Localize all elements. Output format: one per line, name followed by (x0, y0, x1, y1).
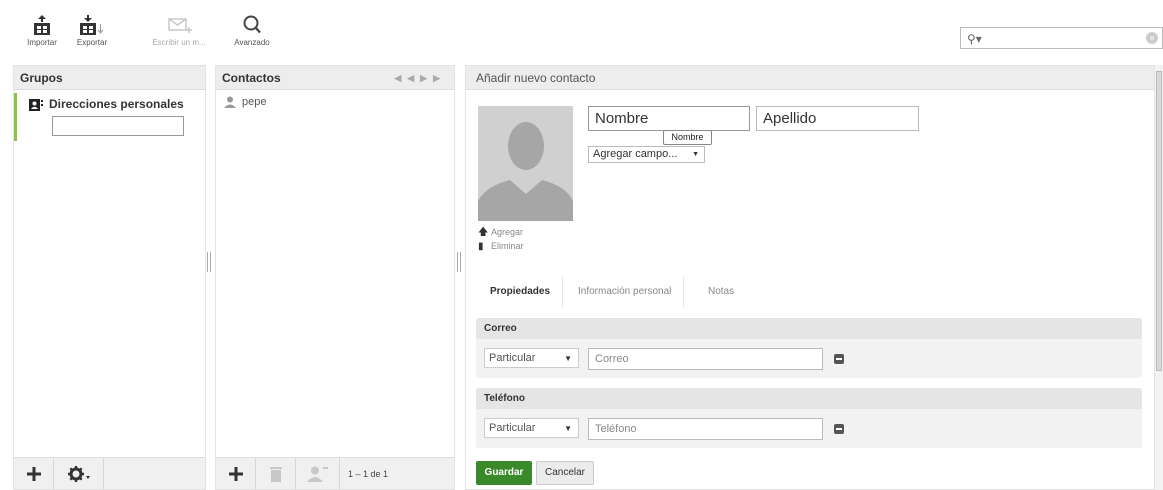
group-label: Direcciones personales (49, 97, 184, 111)
group-item-personal-addresses[interactable]: Direcciones personales (14, 93, 205, 117)
email-section-title: Correo (476, 318, 1142, 339)
export-button[interactable]: Exportar (69, 14, 115, 58)
trash-icon: ▮ (478, 241, 484, 252)
person-icon (224, 96, 236, 109)
contact-list-item[interactable]: pepe (224, 94, 266, 110)
contact-photo (478, 106, 573, 221)
remove-from-group-button[interactable] (296, 458, 340, 490)
quick-search[interactable]: ⚲▾ × (960, 27, 1163, 49)
contact-editor: Añadir nuevo contacto 🡅 Agregar ▮ Eliminar… (465, 65, 1155, 490)
email-section: Correo Particular ▼ Correo (476, 318, 1142, 378)
phone-type-value: Particular (489, 422, 536, 434)
scrollbar-thumb[interactable] (1156, 71, 1162, 371)
cancel-button[interactable]: Cancelar (536, 461, 594, 485)
contacts-title: Contactos (222, 71, 281, 85)
delete-contact-button[interactable] (256, 458, 296, 490)
email-input[interactable]: Correo (588, 348, 823, 370)
advanced-search-button[interactable]: Avanzado (222, 14, 282, 58)
chevron-down-icon: ▼ (692, 151, 699, 158)
editor-scrollbar[interactable] (1155, 65, 1163, 490)
tab-personal-info[interactable]: Información personal (566, 276, 685, 308)
contacts-panel: Contactos ◀◀▶▶ pepe 1 – 1 de 1 (215, 65, 455, 490)
compose-email-button[interactable]: Escribir un m... (144, 14, 214, 58)
export-icon (80, 15, 104, 35)
chevron-down-icon: ▼ (564, 354, 572, 363)
chevron-down-icon: ▼ (564, 424, 572, 433)
advanced-search-label: Avanzado (234, 38, 270, 47)
gear-icon (67, 466, 90, 482)
address-book-icon (29, 98, 43, 111)
phone-input[interactable]: Teléfono (588, 418, 823, 440)
search-options-icon[interactable]: ⚲▾ (967, 32, 982, 46)
photo-delete-label: Eliminar (491, 241, 524, 251)
last-name-input[interactable]: Apellido (756, 106, 919, 131)
groups-header: Grupos (14, 66, 205, 90)
email-type-select[interactable]: Particular ▼ (484, 348, 579, 368)
compose-email-label: Escribir un m... (152, 38, 206, 47)
add-field-select[interactable]: Agregar campo... ▼ (588, 146, 705, 163)
phone-section: Teléfono Particular ▼ Teléfono (476, 388, 1142, 448)
photo-add-action[interactable]: 🡅 Agregar (478, 225, 523, 242)
export-label: Exportar (76, 38, 108, 47)
search-input[interactable] (985, 30, 1145, 46)
last-page-icon[interactable]: ▶ (433, 73, 446, 83)
group-options-button[interactable] (54, 458, 104, 490)
next-page-icon[interactable]: ▶ (420, 73, 433, 83)
tab-notes[interactable]: Notas (696, 276, 746, 308)
clear-search-icon[interactable]: × (1146, 32, 1158, 44)
trash-icon (269, 467, 282, 482)
photo-delete-action[interactable]: ▮ Eliminar (478, 241, 524, 252)
contacts-splitter[interactable] (457, 252, 461, 272)
plus-icon (228, 467, 243, 481)
plus-icon (26, 467, 41, 481)
contacts-header: Contactos ◀◀▶▶ (216, 66, 454, 90)
new-group-input[interactable] (52, 116, 184, 136)
contacts-footer: 1 – 1 de 1 (216, 457, 454, 490)
first-name-input[interactable]: Nombre (588, 106, 750, 131)
first-name-tooltip: Nombre (663, 130, 712, 145)
add-contact-button[interactable] (216, 458, 256, 490)
tab-properties[interactable]: Propiedades (478, 276, 564, 308)
import-button[interactable]: Importar (12, 14, 72, 58)
remove-person-icon (306, 466, 328, 482)
contact-name: pepe (242, 96, 267, 108)
groups-splitter[interactable] (207, 252, 211, 272)
groups-panel: Grupos Direcciones personales (13, 65, 206, 490)
toolbar: Importar Exportar Escribir un m... Avanz… (0, 0, 1163, 62)
pager-arrows: ◀◀▶▶ (394, 66, 446, 90)
groups-footer (14, 457, 205, 490)
photo-add-label: Agregar (491, 227, 524, 237)
save-button[interactable]: Guardar (476, 461, 532, 485)
envelope-icon (168, 18, 192, 33)
magnifier-icon (243, 15, 261, 34)
page-count: 1 – 1 de 1 (348, 469, 389, 479)
prev-page-icon[interactable]: ◀ (407, 73, 420, 83)
first-page-icon[interactable]: ◀ (394, 73, 407, 83)
upload-arrow-icon: 🡅 (478, 227, 489, 238)
import-icon (34, 15, 50, 35)
add-field-label: Agregar campo... (593, 148, 678, 160)
editor-title: Añadir nuevo contacto (466, 66, 1154, 90)
add-group-button[interactable] (14, 458, 54, 490)
remove-email-button[interactable] (834, 354, 844, 364)
default-avatar-icon (478, 106, 573, 221)
remove-phone-button[interactable] (834, 424, 844, 434)
phone-type-select[interactable]: Particular ▼ (484, 418, 579, 438)
group-selection-bar (14, 117, 17, 141)
email-type-value: Particular (489, 352, 536, 364)
phone-section-title: Teléfono (476, 388, 1142, 409)
import-label: Importar (27, 38, 57, 47)
